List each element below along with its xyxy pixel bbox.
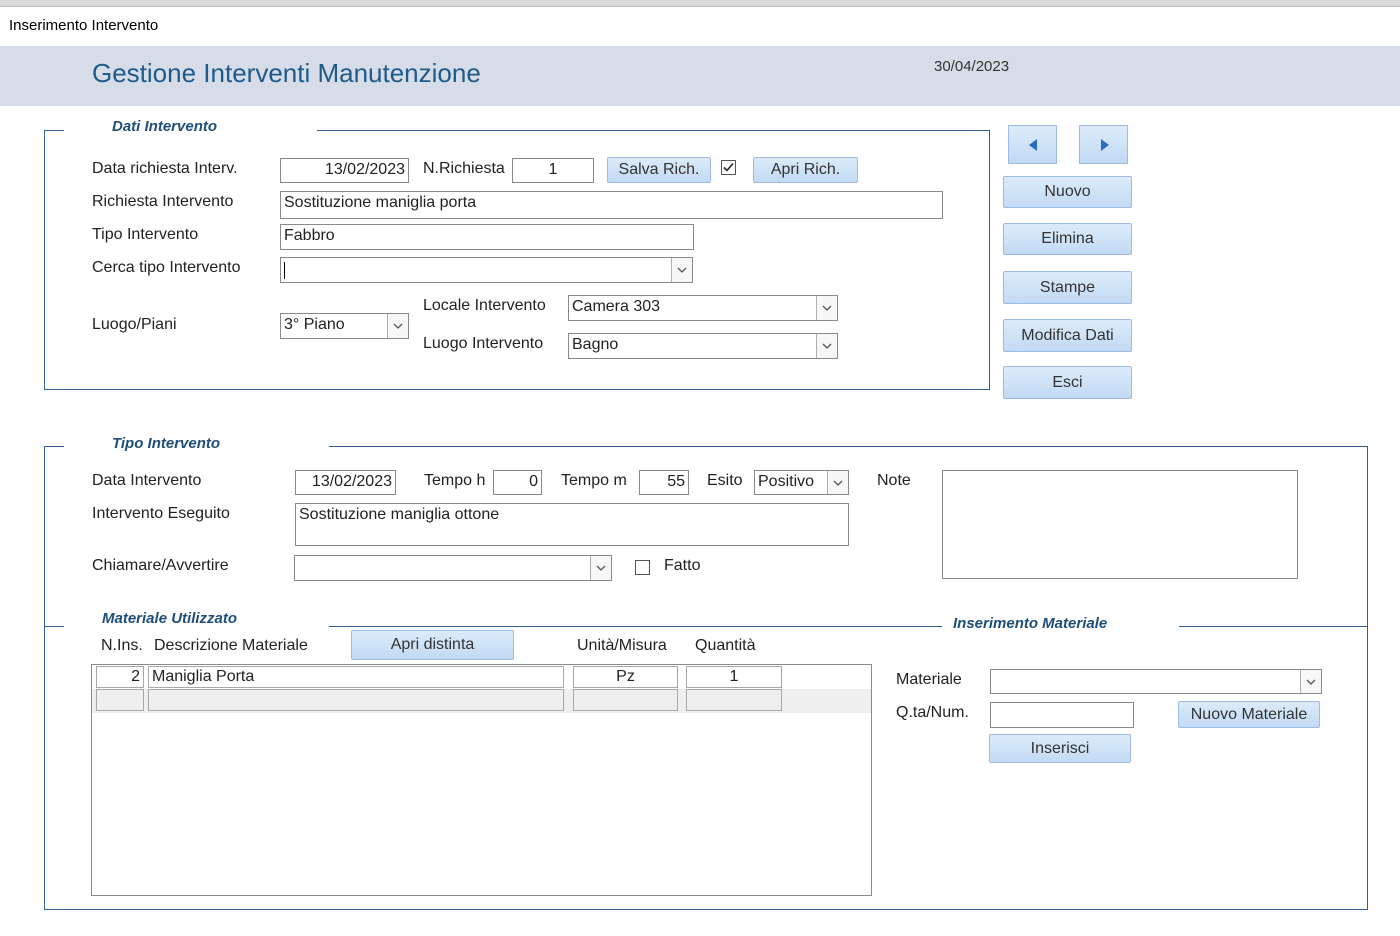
new-row-unita[interactable]: [573, 689, 678, 711]
nuovo-materiale-button[interactable]: Nuovo Materiale: [1178, 701, 1320, 728]
text-caret: [284, 262, 285, 279]
apri-distinta-button[interactable]: Apri distinta: [351, 630, 514, 660]
table-row-unita[interactable]: Pz: [573, 666, 678, 688]
tipo-intervento-legend: Tipo Intervento: [64, 435, 329, 457]
inserimento-materiale-legend: Inserimento Materiale: [942, 615, 1179, 637]
tempo-m-label: Tempo m: [561, 472, 627, 489]
tipo-intervento-label: Tipo Intervento: [92, 226, 199, 243]
chiamare-dropdown-button[interactable]: [590, 556, 611, 580]
richiesta-intervento-field[interactable]: Sostituzione maniglia porta: [280, 191, 943, 219]
fatto-label: Fatto: [664, 557, 701, 574]
locale-intervento-label: Locale Intervento: [423, 297, 546, 314]
checkmark-icon: [723, 162, 734, 172]
data-intervento-field[interactable]: 13/02/2023: [295, 470, 396, 495]
chiamare-avvertire-combobox[interactable]: [294, 555, 612, 581]
new-row-quantita[interactable]: [686, 689, 782, 711]
luogo-dropdown-button[interactable]: [816, 334, 837, 358]
stampe-button[interactable]: Stampe: [1003, 271, 1132, 304]
note-textarea[interactable]: [942, 470, 1298, 579]
chevron-down-icon: [596, 565, 606, 571]
cerca-tipo-combobox[interactable]: [280, 257, 693, 283]
esito-value: Positivo: [758, 473, 815, 490]
materiale-utilizzato-legend: Materiale Utilizzato: [64, 610, 329, 632]
new-row-descrizione[interactable]: [148, 689, 564, 711]
col-unita-header: Unità/Misura: [577, 637, 667, 654]
dati-intervento-legend: Dati Intervento: [64, 118, 317, 140]
n-richiesta-label: N.Richiesta: [423, 160, 505, 177]
current-date: 30/04/2023: [934, 58, 1010, 75]
data-intervento-label: Data Intervento: [92, 472, 202, 489]
data-richiesta-field[interactable]: 13/02/2023: [280, 158, 409, 183]
note-label: Note: [877, 472, 911, 489]
esito-combobox[interactable]: Positivo: [754, 470, 849, 495]
luogo-piani-combobox[interactable]: 3° Piano: [280, 313, 409, 339]
materiale-dropdown-button[interactable]: [1300, 670, 1321, 693]
chevron-down-icon: [1306, 679, 1316, 685]
esito-dropdown-button[interactable]: [827, 471, 848, 494]
luogo-piani-value: 3° Piano: [284, 316, 345, 333]
data-richiesta-label: Data richiesta Interv.: [92, 160, 238, 177]
tipo-intervento-field[interactable]: Fabbro: [280, 224, 694, 250]
intervento-eseguito-field[interactable]: Sostituzione maniglia ottone: [295, 503, 849, 546]
cerca-tipo-label: Cerca tipo Intervento: [92, 259, 241, 276]
luogo-intervento-label: Luogo Intervento: [423, 335, 544, 352]
modifica-dati-button[interactable]: Modifica Dati: [1003, 319, 1132, 352]
cerca-tipo-dropdown-button[interactable]: [671, 258, 692, 282]
locale-intervento-value: Camera 303: [572, 298, 661, 315]
window-title: Inserimento Intervento: [9, 17, 159, 34]
page-title: Gestione Interventi Manutenzione: [92, 58, 481, 88]
chevron-down-icon: [822, 343, 832, 349]
table-row-quantita[interactable]: 1: [686, 666, 782, 688]
chevron-down-icon: [822, 305, 832, 311]
table-row-descrizione[interactable]: Maniglia Porta: [148, 666, 564, 688]
esci-button[interactable]: Esci: [1003, 366, 1132, 399]
richiesta-intervento-label: Richiesta Intervento: [92, 193, 234, 210]
nuovo-button[interactable]: Nuovo: [1003, 176, 1132, 208]
tempo-m-field[interactable]: 55: [639, 470, 689, 495]
next-record-button[interactable]: [1079, 125, 1128, 164]
salva-richiesta-button[interactable]: Salva Rich.: [607, 157, 711, 183]
richiesta-checkbox[interactable]: [721, 160, 736, 175]
locale-dropdown-button[interactable]: [816, 296, 837, 320]
locale-intervento-combobox[interactable]: Camera 303: [568, 295, 838, 321]
n-richiesta-field[interactable]: 1: [512, 158, 594, 183]
previous-record-button[interactable]: [1008, 125, 1057, 164]
triangle-right-icon: [1101, 139, 1109, 151]
intervento-eseguito-label: Intervento Eseguito: [92, 505, 230, 522]
new-row-nins[interactable]: [96, 689, 144, 711]
chiamare-avvertire-label: Chiamare/Avvertire: [92, 557, 229, 574]
chevron-down-icon: [677, 267, 687, 273]
triangle-left-icon: [1029, 139, 1037, 151]
inserisci-button[interactable]: Inserisci: [989, 734, 1131, 763]
luogo-intervento-combobox[interactable]: Bagno: [568, 333, 838, 359]
col-nins-header: N.Ins.: [101, 637, 143, 654]
col-descrizione-header: Descrizione Materiale: [154, 637, 308, 654]
col-quantita-header: Quantità: [695, 637, 756, 654]
materiale-label: Materiale: [896, 671, 962, 688]
esito-label: Esito: [707, 472, 743, 489]
qta-num-field[interactable]: [990, 702, 1134, 728]
tempo-h-label: Tempo h: [424, 472, 486, 489]
apri-richiesta-button[interactable]: Apri Rich.: [753, 157, 858, 183]
luogo-piani-dropdown-button[interactable]: [387, 314, 408, 338]
materiale-combobox[interactable]: [990, 669, 1322, 694]
chevron-down-icon: [833, 480, 843, 486]
luogo-piani-label: Luogo/Piani: [92, 316, 177, 333]
elimina-button[interactable]: Elimina: [1003, 223, 1132, 255]
table-row-nins[interactable]: 2: [96, 666, 144, 688]
qta-num-label: Q.ta/Num.: [896, 704, 969, 721]
chevron-down-icon: [393, 323, 403, 329]
tempo-h-field[interactable]: 0: [493, 470, 542, 495]
window-top-border: [0, 0, 1400, 7]
fatto-checkbox[interactable]: [635, 560, 650, 575]
luogo-intervento-value: Bagno: [572, 336, 619, 353]
